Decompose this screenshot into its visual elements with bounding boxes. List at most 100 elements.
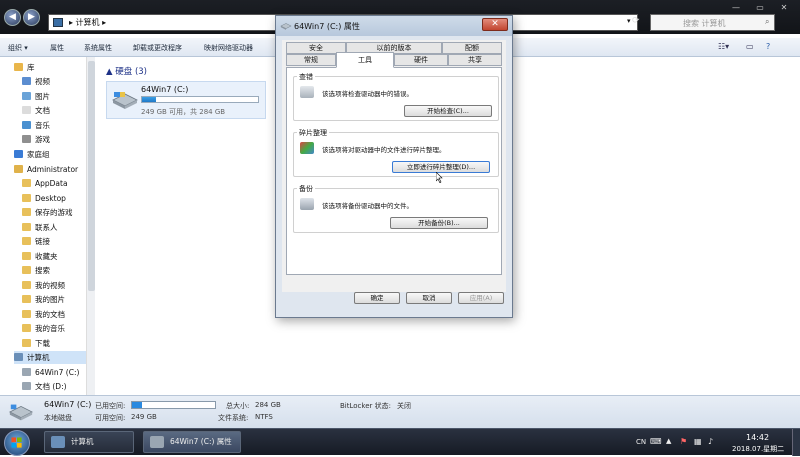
clock-time[interactable]: 14:42: [746, 433, 769, 442]
nav-item[interactable]: 游戏: [22, 133, 50, 146]
dialog-titlebar[interactable]: 64Win7 (C:) 属性 ✕: [276, 16, 512, 36]
hard-drive-icon: [9, 404, 33, 421]
start-check-button[interactable]: 开始检查(C)...: [404, 105, 492, 117]
toolbar-properties-button[interactable]: 属性: [50, 43, 64, 53]
cancel-button[interactable]: 取消: [406, 292, 452, 304]
folder-icon: [22, 237, 31, 245]
nav-item[interactable]: 保存的游戏: [22, 206, 73, 219]
minimize-icon[interactable]: —: [726, 2, 746, 13]
toolbar-uninstall-button[interactable]: 卸载或更改程序: [133, 43, 182, 53]
show-hidden-icons-icon[interactable]: ▲: [666, 437, 671, 445]
navigation-buttons: ◀ ▶: [4, 8, 42, 28]
nav-item[interactable]: 文档: [22, 104, 50, 117]
nav-item-label: 文档: [35, 106, 50, 115]
details-total-value: 284 GB: [255, 401, 281, 409]
folder-icon: [22, 252, 31, 260]
nav-item[interactable]: 链接: [22, 235, 50, 248]
nav-item-label: 链接: [35, 237, 50, 246]
chevron-down-icon[interactable]: ▾: [627, 17, 631, 25]
folder-icon: [22, 310, 31, 318]
volume-icon[interactable]: ♪: [708, 437, 713, 446]
nav-item[interactable]: 文档 (D:): [22, 380, 67, 393]
apply-button[interactable]: 应用(A): [458, 292, 504, 304]
music-icon: [22, 121, 31, 129]
view-options-icon[interactable]: ☷▾: [718, 42, 729, 51]
backup-icon: [300, 198, 314, 210]
taskbar-item-label: 计算机: [71, 437, 94, 446]
keyboard-icon[interactable]: ⌨: [650, 437, 662, 446]
action-center-icon[interactable]: ⚑: [680, 437, 687, 446]
view-controls: ☷▾ ▭ ?: [718, 42, 790, 54]
help-icon[interactable]: ?: [766, 42, 770, 51]
nav-item[interactable]: 家庭组: [14, 148, 50, 161]
group-title[interactable]: ▲ 硬盘 (3): [106, 65, 147, 77]
video-icon: [22, 77, 31, 85]
group-defragment: 碎片整理 该选项将对驱动器中的文件进行碎片整理。 立即进行碎片整理(D)...: [293, 128, 499, 177]
group-text: 该选项将检查驱动器中的错误。: [322, 90, 413, 98]
group-backup: 备份 该选项将备份驱动器中的文件。 开始备份(B)...: [293, 184, 499, 233]
nav-item[interactable]: 音乐: [22, 119, 50, 132]
nav-item[interactable]: 我的文档: [22, 308, 65, 321]
details-free-label: 可用空间:: [95, 414, 126, 422]
drive-usage-bar: [141, 96, 259, 103]
tab-sharing[interactable]: 共享: [448, 54, 502, 66]
tab-hardware[interactable]: 硬件: [394, 54, 448, 66]
toolbar-map-drive-button[interactable]: 映射网络驱动器: [204, 43, 253, 53]
nav-item[interactable]: 下载: [22, 337, 50, 350]
folder-icon: [22, 194, 31, 202]
network-icon[interactable]: ▦: [694, 437, 702, 446]
nav-item[interactable]: 图片: [22, 90, 50, 103]
forward-icon[interactable]: ▶: [23, 9, 40, 26]
toolbar-system-properties-button[interactable]: 系统属性: [84, 43, 112, 53]
nav-item[interactable]: 64Win7 (C:): [22, 366, 79, 379]
maximize-icon[interactable]: ▭: [750, 2, 770, 13]
details-fs-label: 文件系统:: [218, 414, 249, 422]
drive-tile[interactable]: 64Win7 (C:) 249 GB 可用，共 284 GB: [106, 81, 266, 119]
start-backup-button[interactable]: 开始备份(B)...: [390, 217, 488, 229]
ok-button[interactable]: 确定: [354, 292, 400, 304]
back-icon[interactable]: ◀: [4, 9, 21, 26]
nav-item[interactable]: 我的视频: [22, 279, 65, 292]
dialog-close-button[interactable]: ✕: [482, 18, 508, 31]
nav-item[interactable]: Administrator: [14, 163, 78, 176]
nav-item[interactable]: 搜索: [22, 264, 50, 277]
nav-item-label: 我的文档: [35, 310, 65, 319]
nav-item[interactable]: AppData: [22, 177, 68, 190]
nav-item[interactable]: 我的图片: [22, 293, 65, 306]
details-drive-name: 64Win7 (C:): [44, 400, 92, 409]
tab-general[interactable]: 常规: [286, 54, 336, 66]
properties-dialog: 64Win7 (C:) 属性 ✕ 安全 以前的版本 配额 常规 工具 硬件 共享…: [275, 15, 513, 318]
nav-item-label: 保存的游戏: [35, 208, 73, 217]
check-disk-icon: [300, 86, 314, 98]
tab-quota[interactable]: 配额: [442, 42, 502, 54]
taskbar-item-properties[interactable]: 64Win7 (C:) 属性: [143, 431, 241, 453]
close-icon[interactable]: ✕: [774, 2, 794, 13]
clock-date[interactable]: 2018.07.星期二: [732, 444, 784, 454]
group-text: 该选项将备份驱动器中的文件。: [322, 202, 413, 210]
toolbar-organize-button[interactable]: 组织 ▾: [8, 43, 28, 53]
taskbar-item-computer[interactable]: 计算机: [44, 431, 134, 453]
folder-icon: [22, 281, 31, 289]
start-button[interactable]: [4, 430, 30, 456]
details-bitlocker-label: BitLocker 状态:: [340, 402, 391, 410]
nav-scrollbar-thumb[interactable]: [88, 61, 95, 291]
nav-item[interactable]: Desktop: [22, 192, 66, 205]
nav-item[interactable]: 计算机: [14, 351, 86, 364]
refresh-icon[interactable]: ⟳: [632, 16, 646, 33]
nav-item[interactable]: 库: [14, 61, 35, 74]
group-error-checking: 查错 该选项将检查驱动器中的错误。 开始检查(C)...: [293, 72, 499, 121]
show-desktop-button[interactable]: [792, 429, 800, 456]
tab-tools[interactable]: 工具: [336, 52, 394, 68]
search-input[interactable]: 搜索 计算机 ⌕: [650, 14, 775, 31]
nav-item[interactable]: 联系人: [22, 221, 58, 234]
defragment-icon: [300, 142, 314, 154]
search-icon[interactable]: ⌕: [765, 17, 769, 27]
nav-item[interactable]: 视频: [22, 75, 50, 88]
details-fs-value: NTFS: [255, 413, 273, 421]
nav-scrollbar[interactable]: [86, 57, 95, 395]
nav-item[interactable]: 我的音乐: [22, 322, 65, 335]
language-indicator[interactable]: CN: [636, 438, 646, 446]
preview-pane-icon[interactable]: ▭: [746, 42, 754, 51]
nav-item[interactable]: 收藏夹: [22, 250, 58, 263]
details-bitlocker-value: 关闭: [397, 402, 411, 410]
